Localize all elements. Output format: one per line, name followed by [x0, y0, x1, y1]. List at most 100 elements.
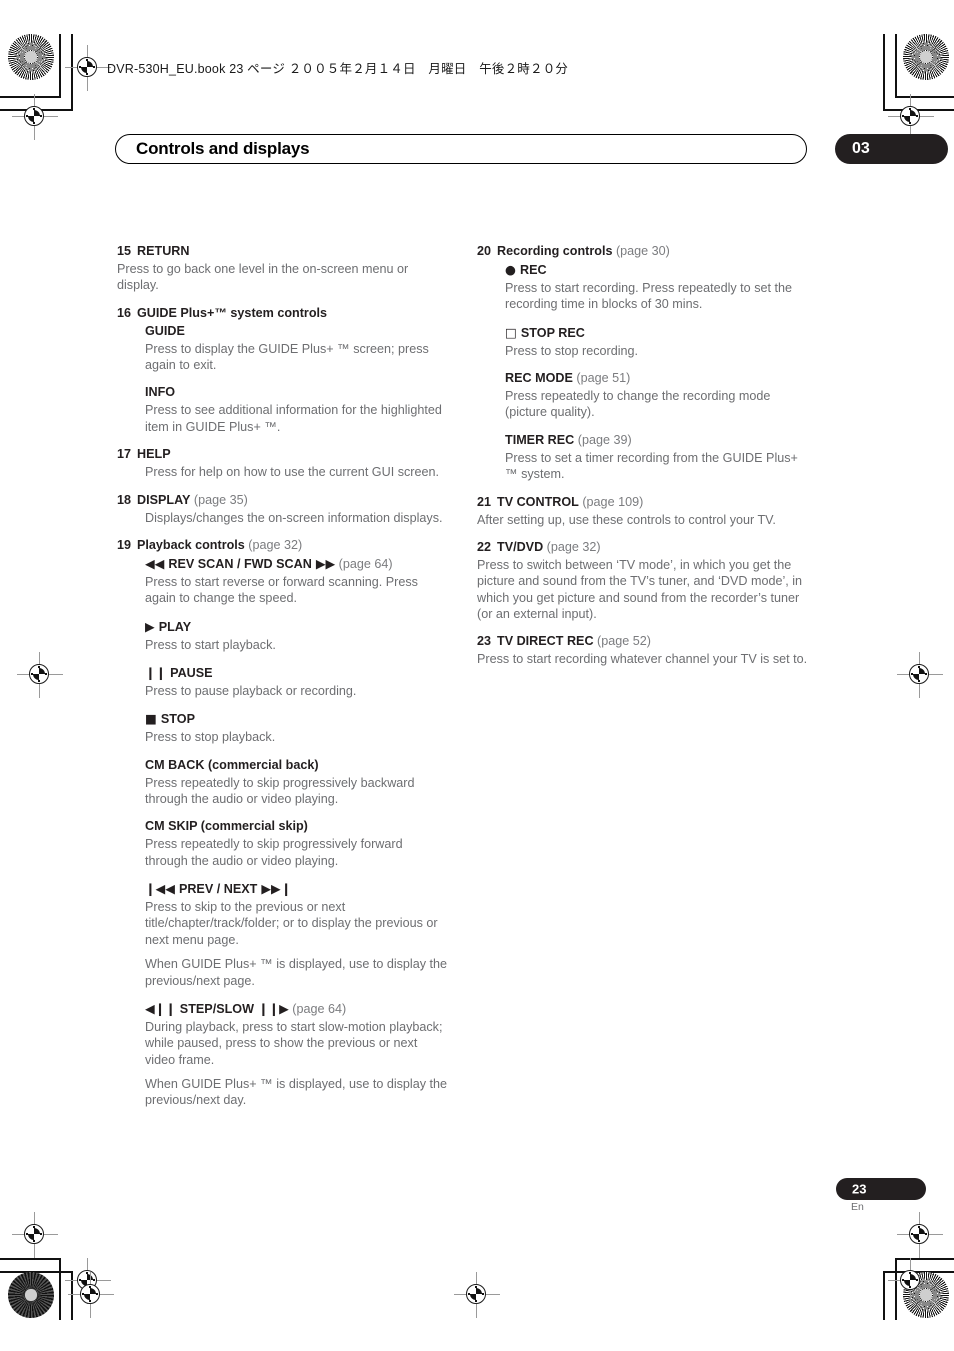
item-label: DISPLAY [137, 492, 191, 507]
control-entry-label: STOP REC [520, 325, 585, 340]
left-column: 15 RETURN Press to go back one level in th… [117, 243, 448, 1120]
numbered-item-paragraph: Press to go back one level in the on-scr… [117, 262, 409, 293]
control-entry-paragraph: Press to skip to the previous or next ti… [145, 900, 438, 947]
numbered-item-heading: 23 TV DIRECT REC (page 52) [477, 633, 808, 650]
numbered-item-heading: 18 DISPLAY (page 35) [117, 492, 448, 509]
page-number-badge: 23 [836, 1178, 926, 1200]
control-entry: ◀❙❙ STEP/SLOW ❙❙▶ (page 64) During playba… [145, 1000, 448, 1109]
page-reference[interactable]: (page 32) [245, 538, 302, 552]
control-entry-heading: GUIDE [145, 323, 448, 340]
control-entry-label: PAUSE [170, 665, 213, 680]
numbered-item: 20 Recording controls (page 30) ● REC Press… [477, 243, 808, 483]
crop-mark-top-left-vertical [59, 34, 61, 98]
numbered-item: 18 DISPLAY (page 35) Displays/changes the … [117, 492, 448, 526]
control-entry-label: REC [520, 263, 547, 277]
control-entry-label: PREV / NEXT [178, 882, 258, 897]
numbered-item: 22 TV/DVD (page 32) Press to switch betwee… [477, 539, 808, 622]
control-entry-label: REV SCAN / FWD SCAN [168, 556, 312, 571]
registration-mark-top-left [65, 45, 111, 91]
transport-glyph-icon: ◀◀ [145, 555, 169, 571]
crop-mark-top-right-vertical [895, 34, 897, 98]
chapter-title-bar: Controls and displays [115, 134, 807, 164]
rosette-mark-bottom-left [8, 1272, 54, 1318]
transport-glyph-icon: ▶ [145, 618, 159, 634]
numbered-item-paragraph: Displays/changes the on-screen informati… [145, 510, 443, 525]
numbered-item-heading: 22 TV/DVD (page 32) [477, 539, 808, 556]
numbered-item: 21 TV CONTROL (page 109) After setting up,… [477, 494, 808, 528]
control-entry: ● REC Press to start recording. Press rep… [505, 261, 808, 313]
crop-mark-bottom-right-vertical-2 [883, 1271, 885, 1320]
control-entry: GUIDE Press to display the GUIDE Plus+ ™ … [145, 323, 448, 374]
page-reference[interactable]: (page 64) [335, 557, 393, 571]
control-entry-heading: CM BACK (commercial back) [145, 757, 448, 774]
transport-glyph-icon: ● [505, 262, 520, 277]
chapter-number-tab: 03 [835, 134, 948, 164]
control-entry-paragraph: Press to display the GUIDE Plus+ ™ scree… [145, 341, 429, 373]
numbered-item-heading: 16 GUIDE Plus+™ system controls [117, 305, 448, 322]
transport-glyph-icon: ❙◀◀ [145, 881, 179, 897]
item-label: TV DIRECT REC [497, 634, 594, 649]
control-entry: ❙❙ PAUSE Press to pause playback or recor… [145, 664, 448, 699]
item-number: 21 [477, 494, 492, 509]
page-reference[interactable]: (page 51) [573, 371, 630, 385]
page-reference[interactable]: (page 32) [543, 540, 601, 554]
control-entry-paragraph: Press to start recording. Press repeated… [505, 281, 792, 312]
control-entry-paragraph: Press repeatedly to skip progressively b… [145, 775, 415, 807]
numbered-item: 15 RETURN Press to go back one level in th… [117, 243, 448, 294]
control-entry-heading: INFO [145, 384, 448, 401]
page-title: Controls and displays [136, 139, 310, 158]
page-reference[interactable]: (page 52) [594, 634, 651, 648]
page-reference[interactable]: (page 39) [574, 433, 632, 447]
control-entry-paragraph: Press to see additional information for … [145, 403, 442, 434]
control-entry-heading: ❙❙ PAUSE [145, 664, 448, 682]
chapter-number: 03 [852, 140, 870, 157]
item-label: TV/DVD [497, 539, 544, 554]
registration-mark-left-lower [12, 1212, 58, 1258]
control-entry-label: STEP/SLOW [179, 1001, 254, 1016]
page-reference[interactable]: (page 35) [190, 493, 248, 507]
control-entry-paragraph: Press to set a timer recording from the … [505, 450, 798, 482]
control-entry-heading: REC MODE (page 51) [505, 370, 808, 387]
control-entry-label: PLAY [158, 619, 192, 634]
control-entry-paragraph: When GUIDE Plus+ ™ is displayed, use to … [145, 957, 448, 988]
page-reference[interactable]: (page 30) [612, 244, 670, 258]
page-reference[interactable]: (page 64) [289, 1002, 346, 1016]
item-number: 23 [477, 634, 492, 649]
registration-mark-bottom-right [888, 1258, 934, 1304]
item-label: TV CONTROL [497, 494, 579, 509]
item-number: 19 [117, 537, 132, 552]
control-entry-label: TIMER REC [505, 432, 575, 447]
transport-glyph-icon: ❙❙▶ [253, 1000, 289, 1016]
control-entry: CM BACK (commercial back) Press repeatedl… [145, 757, 448, 808]
control-entry-heading: CM SKIP (commercial skip) [145, 818, 448, 835]
control-entry-label: CM BACK (commercial back) [145, 757, 319, 772]
control-entry-label: CM SKIP (commercial skip) [145, 819, 308, 834]
control-entry-heading: ● REC [505, 261, 808, 279]
numbered-item-heading: 19 Playback controls (page 32) [117, 537, 448, 554]
registration-mark-right-middle [897, 652, 943, 698]
page-number: 23 [852, 1181, 867, 1197]
control-entry-paragraph: Press repeatedly to change the recording… [505, 389, 771, 420]
language-code: En [851, 1201, 864, 1213]
control-entry-paragraph: Press to start playback. [145, 637, 276, 652]
numbered-item-paragraph: Press to switch between ‘TV mode’, in wh… [477, 557, 803, 621]
item-label: Playback controls [137, 537, 245, 552]
numbered-item-paragraph: After setting up, use these controls to … [477, 512, 776, 527]
item-label: HELP [137, 447, 171, 462]
control-entry: ■ STOP Press to stop playback. [145, 710, 448, 745]
numbered-item: 17 HELP Press for help on how to use the c… [117, 446, 448, 480]
item-number: 15 [117, 244, 132, 258]
numbered-item-heading: 20 Recording controls (page 30) [477, 243, 808, 260]
control-entry: □ STOP REC Press to stop recording. [505, 324, 808, 359]
right-column: 20 Recording controls (page 30) ● REC Press… [477, 243, 808, 679]
rosette-mark-top-right [903, 34, 949, 80]
transport-glyph-icon: ❙❙ [145, 664, 171, 680]
numbered-item: 19 Playback controls (page 32) ◀◀ REV SCAN… [117, 537, 448, 1109]
transport-glyph-icon: □ [505, 324, 521, 340]
page-reference[interactable]: (page 109) [579, 495, 643, 509]
transport-glyph-icon: ▶▶❙ [257, 881, 292, 897]
control-entry: REC MODE (page 51) Press repeatedly to ch… [505, 370, 808, 421]
registration-mark-left-upper [12, 94, 58, 140]
control-entry-heading: ◀❙❙ STEP/SLOW ❙❙▶ (page 64) [145, 1000, 448, 1018]
item-number: 20 [477, 244, 492, 258]
